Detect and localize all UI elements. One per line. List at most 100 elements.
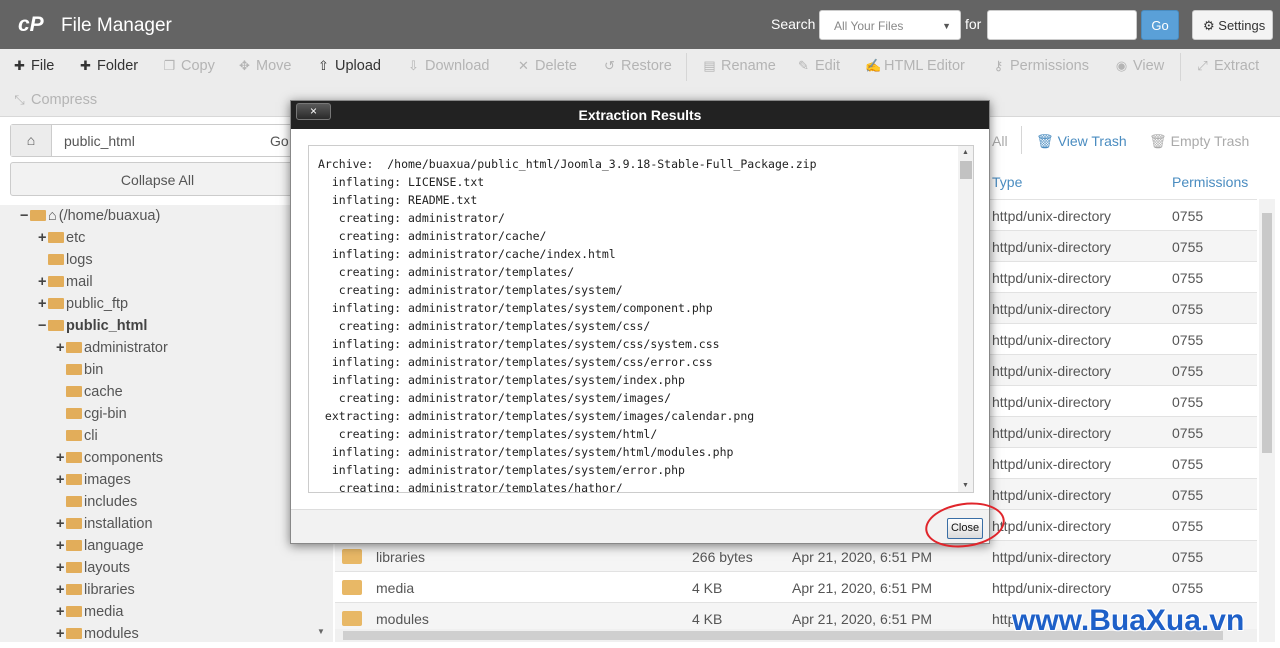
collapse-icon[interactable]: −: [20, 208, 30, 224]
html-editor-button[interactable]: ✍ HTML Editor: [865, 58, 965, 74]
tree-item[interactable]: − ⌂ (/home/buaxua): [20, 208, 160, 224]
folder-icon: [66, 584, 82, 595]
expand-icon[interactable]: +: [56, 604, 66, 620]
expand-icon[interactable]: +: [56, 472, 66, 488]
tree-item[interactable]: + etc: [38, 230, 85, 246]
tree-item-label: bin: [84, 362, 104, 378]
upload-button[interactable]: ⇧ Upload: [316, 58, 381, 74]
expand-icon[interactable]: +: [56, 516, 66, 532]
tree-item[interactable]: + media: [56, 604, 124, 620]
edit-button[interactable]: ✎ Edit: [796, 58, 840, 74]
expand-icon[interactable]: +: [38, 274, 48, 290]
close-icon[interactable]: ×: [296, 103, 331, 120]
empty-trash-button[interactable]: 🗑 Empty Trash: [1149, 133, 1249, 150]
restore-button[interactable]: ↺ Restore: [602, 58, 672, 74]
tree-item[interactable]: + images: [56, 472, 131, 488]
folder-icon: [66, 628, 82, 639]
delete-button[interactable]: ✕ Delete: [516, 58, 577, 74]
copy-button[interactable]: ❐ Copy: [162, 58, 215, 74]
scrollbar-thumb[interactable]: [1262, 213, 1272, 453]
move-button[interactable]: ✥ Move: [237, 58, 291, 74]
search-label: Search: [771, 16, 816, 32]
home-button[interactable]: ⌂: [11, 125, 52, 156]
dialog-footer: Close: [291, 509, 989, 543]
scrollbar-thumb[interactable]: [960, 161, 972, 179]
tree-item[interactable]: + modules: [56, 626, 139, 642]
tree-item[interactable]: + public_ftp: [38, 296, 128, 312]
tree-item[interactable]: − public_html: [38, 318, 147, 334]
log-line: inflating: administrator/templates/syste…: [318, 463, 685, 477]
new-folder-button[interactable]: ✚ Folder: [78, 58, 138, 74]
permissions-button[interactable]: ⚷ Permissions: [991, 58, 1089, 74]
tree-item[interactable]: cgi-bin: [56, 406, 127, 422]
permissions-cell: 0755: [1172, 270, 1204, 286]
tree-item[interactable]: logs: [38, 252, 93, 268]
folder-tree: − ⌂ (/home/buaxua) + etc logs + mail + public_ftp…: [0, 205, 333, 642]
log-line: inflating: administrator/templates/syste…: [318, 445, 734, 459]
folder-icon: [66, 342, 82, 353]
trash-icon: 🗑: [1036, 133, 1054, 149]
tree-item[interactable]: + language: [56, 538, 144, 554]
view-trash-button[interactable]: 🗑 View Trash: [1036, 133, 1127, 150]
folder-icon: [30, 210, 46, 221]
file-list-scrollbar[interactable]: [1259, 199, 1275, 642]
rename-button[interactable]: ▤ Rename: [702, 58, 775, 74]
type-cell: httpd/unix-directory: [992, 301, 1112, 317]
tree-item[interactable]: cache: [56, 384, 123, 400]
compress-button[interactable]: ⤡ Compress: [12, 92, 97, 108]
tree-item-label: includes: [84, 494, 138, 510]
table-row[interactable]: libraries 266 bytes Apr 21, 2020, 6:51 PM h…: [335, 540, 1257, 571]
view-button[interactable]: ◉ View: [1114, 58, 1164, 74]
folder-icon: [66, 518, 82, 529]
expand-icon[interactable]: +: [38, 296, 48, 312]
permissions-cell: 0755: [1172, 208, 1204, 224]
folder-icon: [66, 540, 82, 551]
expand-icon[interactable]: +: [38, 230, 48, 246]
expand-icon[interactable]: +: [56, 626, 66, 642]
tree-item-label: layouts: [84, 560, 130, 576]
tree-item[interactable]: includes: [56, 494, 137, 510]
collapse-all-button[interactable]: Collapse All: [10, 162, 305, 196]
tree-item[interactable]: cli: [56, 428, 98, 444]
path-go-button[interactable]: Go: [270, 133, 289, 149]
extract-button[interactable]: ⤢ Extract: [1195, 58, 1259, 74]
collapse-icon[interactable]: −: [38, 318, 48, 334]
extraction-log[interactable]: Archive: /home/buaxua/public_html/Joomla…: [308, 145, 974, 493]
chevron-down-icon: ▼: [942, 21, 951, 31]
table-row[interactable]: media 4 KB Apr 21, 2020, 6:51 PM httpd/unix…: [335, 571, 1257, 602]
download-button[interactable]: ⇩ Download: [406, 58, 489, 74]
tree-item[interactable]: bin: [56, 362, 103, 378]
toolbar-divider: [1021, 126, 1022, 154]
top-header: cP File Manager Search All Your Files ▼ …: [0, 0, 1280, 49]
settings-button[interactable]: ⚙ Settings: [1192, 10, 1273, 40]
tree-item[interactable]: + components: [56, 450, 163, 466]
search-scope-select[interactable]: All Your Files ▼: [819, 10, 961, 40]
permissions-cell: 0755: [1172, 239, 1204, 255]
path-input[interactable]: public_html: [64, 133, 135, 149]
tree-item-label: cgi-bin: [84, 406, 127, 422]
new-file-button[interactable]: ✚ File: [12, 58, 54, 74]
search-go-button[interactable]: Go: [1141, 10, 1179, 40]
select-all-button[interactable]: All: [992, 133, 1008, 149]
home-icon: ⌂: [26, 132, 36, 148]
expand-icon[interactable]: +: [56, 340, 66, 356]
expand-icon[interactable]: +: [56, 560, 66, 576]
log-scrollbar[interactable]: ▲ ▼: [958, 146, 973, 492]
column-header-permissions[interactable]: Permissions: [1172, 174, 1248, 190]
log-line: inflating: LICENSE.txt: [318, 175, 485, 189]
permissions-cell: 0755: [1172, 425, 1204, 441]
expand-icon[interactable]: +: [56, 538, 66, 554]
tree-item[interactable]: + layouts: [56, 560, 130, 576]
last-modified-cell: Apr 21, 2020, 6:51 PM: [792, 580, 933, 596]
search-input[interactable]: [987, 10, 1137, 40]
expand-icon[interactable]: +: [56, 582, 66, 598]
tree-item[interactable]: + installation: [56, 516, 153, 532]
tree-item-label: mail: [66, 274, 93, 290]
tree-item[interactable]: + administrator: [56, 340, 168, 356]
tree-item[interactable]: + libraries: [56, 582, 135, 598]
tree-item[interactable]: + mail: [38, 274, 93, 290]
expand-icon[interactable]: +: [56, 450, 66, 466]
column-header-type[interactable]: Type: [992, 174, 1022, 190]
log-line: creating: administrator/templates/: [318, 265, 575, 279]
log-line: creating: administrator/templates/system…: [318, 427, 658, 441]
